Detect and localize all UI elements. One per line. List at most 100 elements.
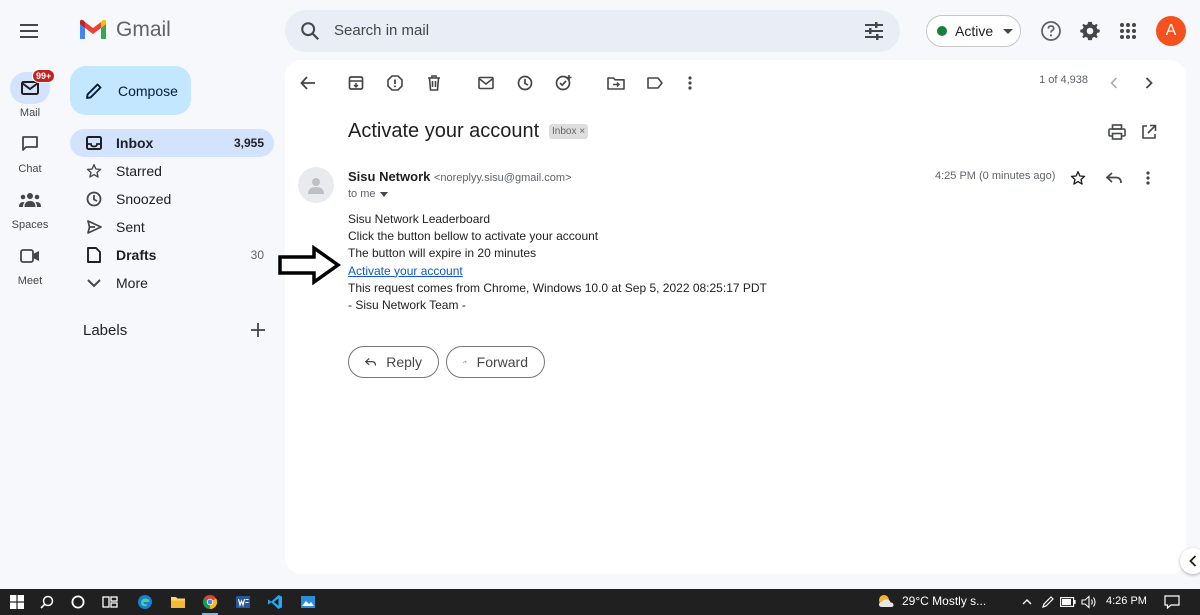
email-body: Sisu Network Leaderboard Click the butto…: [278, 211, 767, 314]
search-bar[interactable]: Search in mail: [285, 10, 900, 52]
chat-rail-button[interactable]: [10, 128, 50, 160]
image-app-icon: [301, 596, 315, 608]
arrow-right-icon: [278, 245, 342, 285]
caret-down-icon: [379, 191, 388, 197]
rail-label-spaces: Spaces: [11, 219, 49, 231]
side-panel-toggle[interactable]: [1180, 548, 1200, 574]
nav-item-snoozed[interactable]: Snoozed: [70, 185, 274, 213]
nav-item-inbox[interactable]: Inbox 3,955: [70, 129, 274, 157]
move-to-button[interactable]: [604, 71, 628, 95]
search-options-icon[interactable]: [864, 21, 884, 41]
mark-unread-button[interactable]: [474, 71, 498, 95]
rail-label-meet: Meet: [17, 275, 43, 287]
mail-rail-button[interactable]: 99+: [10, 69, 56, 104]
rail-item-spaces[interactable]: Spaces: [0, 184, 60, 231]
add-task-button[interactable]: [552, 71, 576, 95]
report-icon: [387, 75, 403, 91]
forward-button[interactable]: Forward: [446, 346, 545, 378]
meet-rail-button[interactable]: [10, 240, 50, 272]
archive-button[interactable]: [344, 71, 368, 95]
older-button[interactable]: [1137, 71, 1161, 95]
search-input[interactable]: Search in mail: [334, 22, 429, 39]
taskbar-clock[interactable]: 4:26 PM: [1106, 595, 1147, 607]
trash-icon: [428, 75, 440, 91]
rail-item-chat[interactable]: Chat: [0, 128, 60, 175]
spaces-rail-button[interactable]: [10, 184, 50, 216]
mail-badge: 99+: [32, 69, 56, 83]
nav-label: Drafts: [116, 247, 157, 263]
nav-item-more[interactable]: More: [70, 269, 274, 297]
gmail-logo[interactable]: Gmail: [78, 18, 171, 42]
edge-browser-icon: [138, 595, 152, 609]
newer-button[interactable]: [1102, 71, 1126, 95]
inbox-label-chip[interactable]: Inbox ×: [549, 124, 589, 139]
photos-app-button[interactable]: [297, 592, 319, 612]
recipient-text: to me: [348, 188, 376, 200]
cortana-button[interactable]: [67, 592, 89, 612]
sender-address: <noreplyy.sisu@gmail.com>: [433, 172, 572, 184]
compose-button[interactable]: Compose: [70, 66, 191, 115]
pen-icon: [1042, 596, 1054, 608]
word-button[interactable]: [232, 592, 254, 612]
message-more-button[interactable]: [1137, 167, 1159, 189]
message-view: 1 of 4,938 Activate your account Inbox ×…: [278, 60, 1186, 574]
reply-icon: [365, 358, 377, 366]
reply-icon-button[interactable]: [1103, 167, 1125, 189]
inbox-icon: [84, 133, 104, 153]
vscode-button[interactable]: [264, 592, 286, 612]
label-button[interactable]: [643, 71, 667, 95]
battery-indicator[interactable]: [1060, 594, 1076, 610]
activate-account-link[interactable]: Activate your account: [348, 264, 463, 278]
status-selector[interactable]: Active: [926, 15, 1021, 47]
volume-control[interactable]: [1081, 594, 1097, 610]
recipient-details[interactable]: to me: [348, 188, 388, 200]
delete-button[interactable]: [422, 71, 446, 95]
weather-text: 29°C Mostly s...: [902, 594, 987, 608]
more-actions-button[interactable]: [678, 71, 702, 95]
taskbar-search-button[interactable]: [36, 592, 58, 612]
support-button[interactable]: [1037, 17, 1065, 45]
star-message-button[interactable]: [1067, 167, 1089, 189]
start-button[interactable]: [6, 592, 28, 612]
notification-icon: [1164, 595, 1180, 609]
nav-label: Snoozed: [116, 191, 172, 207]
apps-button[interactable]: [1114, 17, 1142, 45]
sender-avatar[interactable]: [298, 167, 334, 203]
clock-icon: [84, 189, 104, 209]
open-new-window-button[interactable]: [1137, 120, 1161, 144]
main-menu-button[interactable]: [14, 15, 46, 47]
print-button[interactable]: [1105, 120, 1129, 144]
windows-taskbar: 29°C Mostly s... 4:26 PM: [0, 589, 1200, 615]
body-line: Click the button bellow to activate your…: [348, 229, 599, 244]
email-subject: Activate your account: [348, 120, 540, 142]
search-icon: [40, 595, 54, 609]
folder-move-icon: [607, 77, 625, 90]
pencil-icon: [86, 83, 102, 99]
tray-overflow-button[interactable]: [1019, 594, 1035, 610]
account-avatar[interactable]: A: [1156, 16, 1186, 46]
rail-item-mail[interactable]: 99+ Mail: [0, 69, 60, 119]
chrome-button[interactable]: [199, 592, 221, 615]
edge-button[interactable]: [134, 592, 156, 612]
add-label-icon[interactable]: [249, 321, 267, 339]
settings-button[interactable]: [1076, 17, 1104, 45]
search-icon[interactable]: [299, 20, 321, 42]
snooze-button[interactable]: [513, 71, 537, 95]
draft-count: 30: [250, 248, 264, 262]
rail-item-meet[interactable]: Meet: [0, 240, 60, 287]
task-view-button[interactable]: [99, 592, 121, 612]
nav-item-starred[interactable]: Starred: [70, 157, 274, 185]
weather-widget[interactable]: 29°C Mostly s...: [876, 593, 986, 609]
back-button[interactable]: [296, 71, 320, 95]
nav-item-drafts[interactable]: Drafts 30: [70, 241, 274, 269]
nav-item-sent[interactable]: Sent: [70, 213, 274, 241]
printer-icon: [1108, 124, 1126, 140]
sender-name[interactable]: Sisu Network: [348, 169, 430, 184]
file-explorer-button[interactable]: [167, 592, 189, 612]
pen-workspace-button[interactable]: [1040, 594, 1056, 610]
forward-label: Forward: [476, 354, 528, 370]
reply-button[interactable]: Reply: [348, 346, 439, 378]
report-spam-button[interactable]: [383, 71, 407, 95]
reply-icon: [1106, 172, 1122, 184]
notification-center-button[interactable]: [1164, 594, 1180, 610]
